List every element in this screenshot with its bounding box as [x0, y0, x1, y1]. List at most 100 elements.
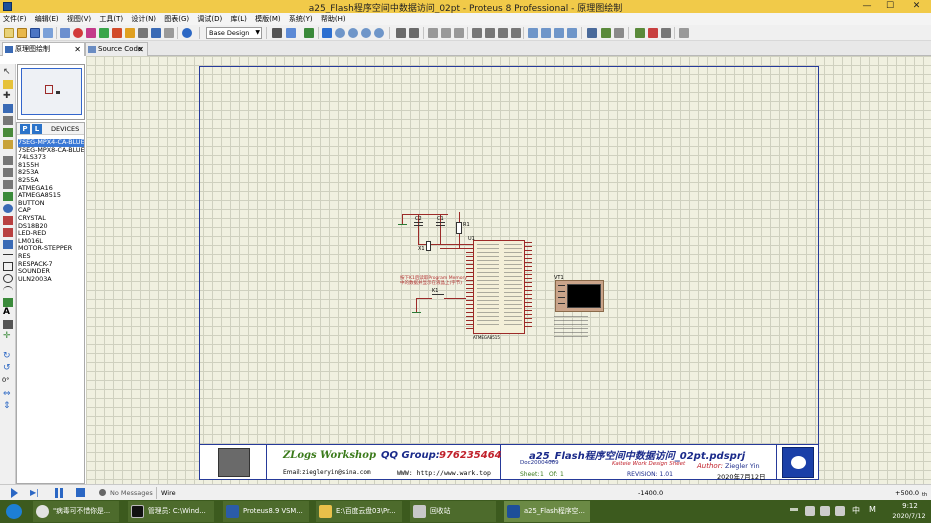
box-icon[interactable]: [3, 262, 13, 271]
device-list-item[interactable]: RES: [18, 253, 84, 261]
generator-icon[interactable]: [3, 204, 13, 213]
pan-icon[interactable]: [322, 28, 332, 38]
subcircuit-icon[interactable]: [3, 140, 13, 149]
voltage-probe-icon[interactable]: [3, 216, 13, 225]
gerber-icon[interactable]: [112, 28, 122, 38]
marker-icon[interactable]: ✛: [3, 332, 13, 341]
zoom-in-icon[interactable]: [335, 28, 345, 38]
taskbar-item-proteus[interactable]: a25_Flash程序空...: [504, 501, 590, 522]
new-sheet-icon[interactable]: [635, 28, 645, 38]
help-icon[interactable]: [182, 28, 192, 38]
pause-icon[interactable]: [55, 488, 58, 498]
menu-library[interactable]: 库(L): [228, 13, 250, 25]
tab-source-code[interactable]: Source Code ✕: [85, 42, 148, 56]
step-icon[interactable]: ▶|: [30, 488, 40, 498]
netlist-icon[interactable]: [679, 28, 689, 38]
device-list-item[interactable]: 8155H: [18, 162, 84, 170]
device-list-item[interactable]: RESPACK-7: [18, 261, 84, 269]
pick-device-icon[interactable]: [528, 28, 538, 38]
mirror-x-icon[interactable]: ⇔: [3, 390, 13, 399]
close-icon[interactable]: ✕: [74, 43, 81, 56]
3d-icon[interactable]: [99, 28, 109, 38]
wire-autorouter-icon[interactable]: [587, 28, 597, 38]
selection-mode-icon[interactable]: ↖: [3, 68, 13, 77]
make-device-icon[interactable]: [541, 28, 551, 38]
device-list-item[interactable]: BUTTON: [18, 200, 84, 208]
bom-icon[interactable]: [138, 28, 148, 38]
tray-icon-1[interactable]: [805, 506, 815, 516]
property-assign-icon[interactable]: [614, 28, 624, 38]
tape-recorder-icon[interactable]: [3, 192, 13, 201]
messages-status[interactable]: No Messages: [110, 488, 153, 498]
device-list-item[interactable]: MOTOR-STEPPER: [18, 245, 84, 253]
component-mode-icon[interactable]: [3, 80, 13, 89]
clock-date[interactable]: 2020/7/12: [889, 512, 929, 520]
device-list-item[interactable]: 8255A: [18, 177, 84, 185]
text-icon[interactable]: A: [3, 308, 13, 317]
ime-indicator[interactable]: 中: [852, 505, 860, 516]
origin-icon[interactable]: [304, 28, 314, 38]
circle-icon[interactable]: [3, 274, 13, 283]
taskbar-item-explorer[interactable]: E:\百度云盘03\Pr...: [316, 501, 402, 522]
device-list-item[interactable]: LM016L: [18, 238, 84, 246]
menu-file[interactable]: 文件(F): [0, 13, 30, 25]
close-icon[interactable]: ✕: [137, 43, 144, 56]
open-folder-icon[interactable]: [17, 28, 27, 38]
overview-viewport[interactable]: [21, 68, 82, 115]
device-list-item[interactable]: 7SEG-MPX8-CA-BLUE: [18, 147, 84, 155]
graph-icon[interactable]: [3, 180, 13, 189]
new-file-icon[interactable]: [4, 28, 14, 38]
decompose-icon[interactable]: [567, 28, 577, 38]
symbol-icon[interactable]: [3, 320, 13, 329]
schematic-icon[interactable]: [73, 28, 83, 38]
packaging-icon[interactable]: [554, 28, 564, 38]
device-list-item[interactable]: 7SEG-MPX4-CA-BLUE: [18, 139, 84, 147]
pick-devices-button[interactable]: P: [20, 124, 30, 134]
device-list-item[interactable]: CAP: [18, 207, 84, 215]
remove-sheet-icon[interactable]: [648, 28, 658, 38]
menu-design[interactable]: 设计(N): [128, 13, 159, 25]
maximize-button[interactable]: ☐: [879, 0, 901, 13]
search-tag-icon[interactable]: [601, 28, 611, 38]
block-delete-icon[interactable]: [511, 28, 521, 38]
taskbar-item-word[interactable]: Proteus8.9 VSM...: [223, 501, 309, 522]
taskbar-item-recycle-bin[interactable]: 回收站: [410, 501, 496, 522]
device-list-item[interactable]: 8253A: [18, 169, 84, 177]
menu-system[interactable]: 系统(Y): [286, 13, 316, 25]
rotate-cw-icon[interactable]: ↻: [3, 352, 13, 361]
exit-to-parent-icon[interactable]: [661, 28, 671, 38]
device-pin-icon[interactable]: [3, 168, 13, 177]
device-list-item[interactable]: DS18B20: [18, 223, 84, 231]
device-list-item[interactable]: LED-RED: [18, 230, 84, 238]
stop-icon[interactable]: [76, 488, 85, 497]
terminal-icon[interactable]: [3, 156, 13, 165]
copy-icon[interactable]: [441, 28, 451, 38]
path-icon[interactable]: [3, 298, 13, 307]
tray-chevron-icon[interactable]: [790, 508, 798, 514]
bus-icon[interactable]: [3, 128, 13, 137]
menu-tools[interactable]: 工具(T): [96, 13, 126, 25]
block-move-icon[interactable]: [485, 28, 495, 38]
layer-select[interactable]: Base Design ▼: [206, 27, 262, 39]
zoom-area-icon[interactable]: [374, 28, 384, 38]
menu-debug[interactable]: 调试(D): [194, 13, 225, 25]
start-button[interactable]: [6, 504, 22, 519]
redo-icon[interactable]: [409, 28, 419, 38]
refresh-icon[interactable]: [272, 28, 282, 38]
device-list-item[interactable]: 74LS373: [18, 154, 84, 162]
resistor-r1[interactable]: [456, 222, 462, 234]
device-list-item[interactable]: SOUNDER: [18, 268, 84, 276]
mirror-y-icon[interactable]: ⇕: [3, 402, 13, 411]
line-icon[interactable]: [3, 254, 13, 255]
paste-icon[interactable]: [454, 28, 464, 38]
cut-icon[interactable]: [428, 28, 438, 38]
wire-label-icon[interactable]: [3, 104, 13, 113]
source-code-icon[interactable]: [151, 28, 161, 38]
junction-icon[interactable]: ✚: [3, 92, 13, 101]
ime-mode[interactable]: M: [869, 505, 876, 514]
device-list-item[interactable]: ATMEGA16: [18, 185, 84, 193]
lcd-vt1[interactable]: [555, 280, 604, 312]
mcu-u1[interactable]: [473, 240, 525, 334]
device-list-item[interactable]: ULN2003A: [18, 276, 84, 284]
button-k1[interactable]: [432, 294, 444, 298]
